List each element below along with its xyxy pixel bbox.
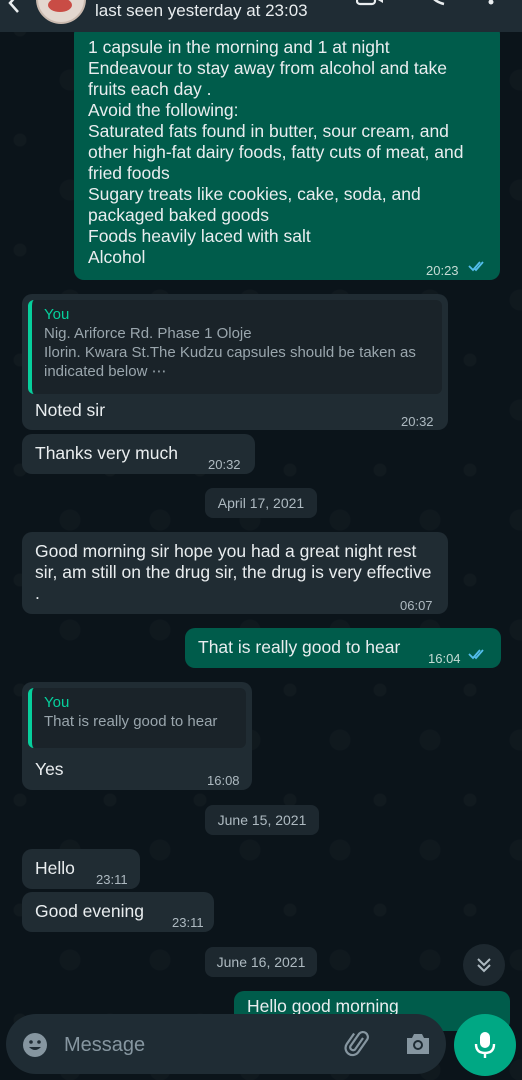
chevron-double-down-icon: [477, 958, 491, 973]
emoji-icon[interactable]: [22, 1032, 48, 1058]
double-check-icon: [468, 649, 484, 660]
message-text: Good morning sir hope you had a great ni…: [35, 541, 432, 603]
message-time: 20:32: [208, 457, 241, 472]
double-check-icon: [468, 261, 484, 272]
quoted-message[interactable]: You Nig. Ariforce Rd. Phase 1 Oloje Ilor…: [28, 300, 442, 394]
message-time: 23:11: [172, 915, 204, 930]
quoted-message[interactable]: You That is really good to hear: [28, 688, 246, 748]
date-separator: April 17, 2021: [205, 488, 317, 518]
video-call-icon[interactable]: [356, 0, 384, 6]
message-time: 16:08: [207, 773, 240, 788]
scroll-to-bottom-button[interactable]: [463, 944, 505, 986]
voice-record-button[interactable]: [454, 1014, 516, 1076]
quote-author: You: [44, 306, 70, 323]
avatar[interactable]: [36, 0, 86, 24]
message-time: 06:07: [400, 598, 433, 613]
quote-text: Nig. Ariforce Rd. Phase 1 Oloje Ilorin. …: [44, 325, 416, 380]
message-composer: [6, 1014, 446, 1074]
message-text: 1 capsule in the morning and 1 at night …: [88, 37, 464, 267]
back-arrow-icon[interactable]: [4, 0, 26, 14]
attach-icon[interactable]: [344, 1030, 372, 1058]
incoming-message[interactable]: Hello 23:11: [22, 849, 140, 889]
message-text: Noted sir: [35, 400, 106, 420]
incoming-message[interactable]: You Nig. Ariforce Rd. Phase 1 Oloje Ilor…: [22, 294, 448, 430]
message-time: 16:04: [428, 651, 461, 666]
message-time: 23:11: [96, 872, 128, 887]
message-text: Yes: [35, 759, 64, 779]
chat-header: last seen yesterday at 23:03: [0, 0, 522, 32]
incoming-message[interactable]: Good morning sir hope you had a great ni…: [22, 532, 448, 614]
mic-icon: [474, 1032, 496, 1058]
camera-icon[interactable]: [404, 1031, 432, 1057]
quote-author: You: [44, 694, 70, 711]
voice-call-icon[interactable]: [426, 0, 448, 6]
message-text: Hello: [35, 858, 75, 878]
message-input[interactable]: [62, 1029, 326, 1061]
incoming-message[interactable]: Good evening 23:11: [22, 892, 214, 932]
date-separator: June 15, 2021: [205, 805, 319, 835]
incoming-message[interactable]: Thanks very much 20:32: [22, 434, 255, 474]
last-seen-status[interactable]: last seen yesterday at 23:03: [95, 1, 308, 21]
incoming-message[interactable]: You That is really good to hear Yes 16:0…: [22, 682, 252, 790]
quote-text: That is really good to hear: [44, 713, 218, 730]
outgoing-message[interactable]: 1 capsule in the morning and 1 at night …: [74, 24, 500, 280]
message-text: Good evening: [35, 901, 144, 921]
date-separator: June 16, 2021: [205, 947, 317, 977]
outgoing-message[interactable]: That is really good to hear 16:04: [185, 628, 501, 668]
message-text: Thanks very much: [35, 443, 178, 463]
message-time: 20:23: [426, 263, 459, 278]
message-time: 20:32: [401, 414, 434, 429]
menu-icon[interactable]: [486, 0, 496, 6]
message-text: That is really good to hear: [198, 637, 401, 657]
